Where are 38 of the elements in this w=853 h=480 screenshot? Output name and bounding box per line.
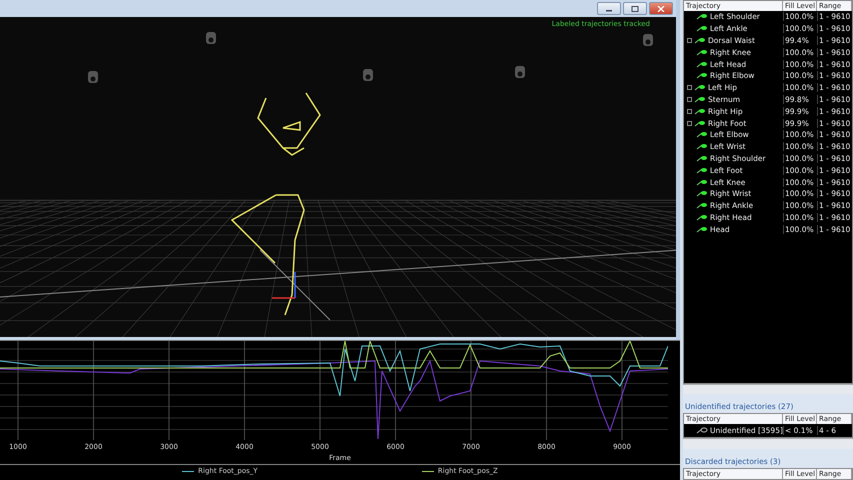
camera-icon (206, 32, 216, 44)
marker-icon (696, 190, 708, 198)
camera-icon (515, 66, 525, 78)
marker-icon (694, 36, 706, 44)
expand-icon[interactable] (687, 38, 692, 43)
camera-icon (363, 69, 373, 81)
close-button[interactable] (649, 2, 673, 15)
marker-icon (696, 214, 708, 221)
maximize-icon (631, 6, 639, 12)
marker-icon (696, 60, 708, 68)
marker-icon (696, 426, 708, 434)
camera-icon (88, 71, 98, 83)
horizontal-scrollbar[interactable] (683, 384, 853, 394)
axis-gizmo-drawing (272, 272, 296, 299)
expand-icon[interactable] (687, 108, 692, 114)
marker-icon (696, 13, 708, 20)
marker-icon (696, 143, 708, 150)
camera-icon (643, 34, 653, 46)
expand-icon[interactable] (687, 120, 692, 126)
marker-icon (696, 178, 708, 186)
marker-icon (694, 96, 706, 103)
expand-icon[interactable] (687, 96, 692, 102)
horizontal-scrollbar[interactable] (683, 438, 853, 449)
minimize-button[interactable] (597, 2, 621, 15)
expand-icon[interactable] (687, 85, 692, 90)
marker-icon (696, 48, 708, 56)
close-icon (657, 6, 665, 12)
maximize-button[interactable] (623, 2, 647, 15)
marker-icon (696, 131, 708, 138)
marker-icon (694, 84, 706, 92)
marker-icon (696, 25, 708, 32)
marker-icon (696, 226, 708, 233)
marker-icon (696, 72, 708, 80)
marker-icon (694, 120, 706, 127)
marker-icon (696, 166, 708, 174)
marker-icon (694, 108, 706, 115)
marker-icon (696, 154, 708, 162)
marker-icon (696, 202, 708, 210)
